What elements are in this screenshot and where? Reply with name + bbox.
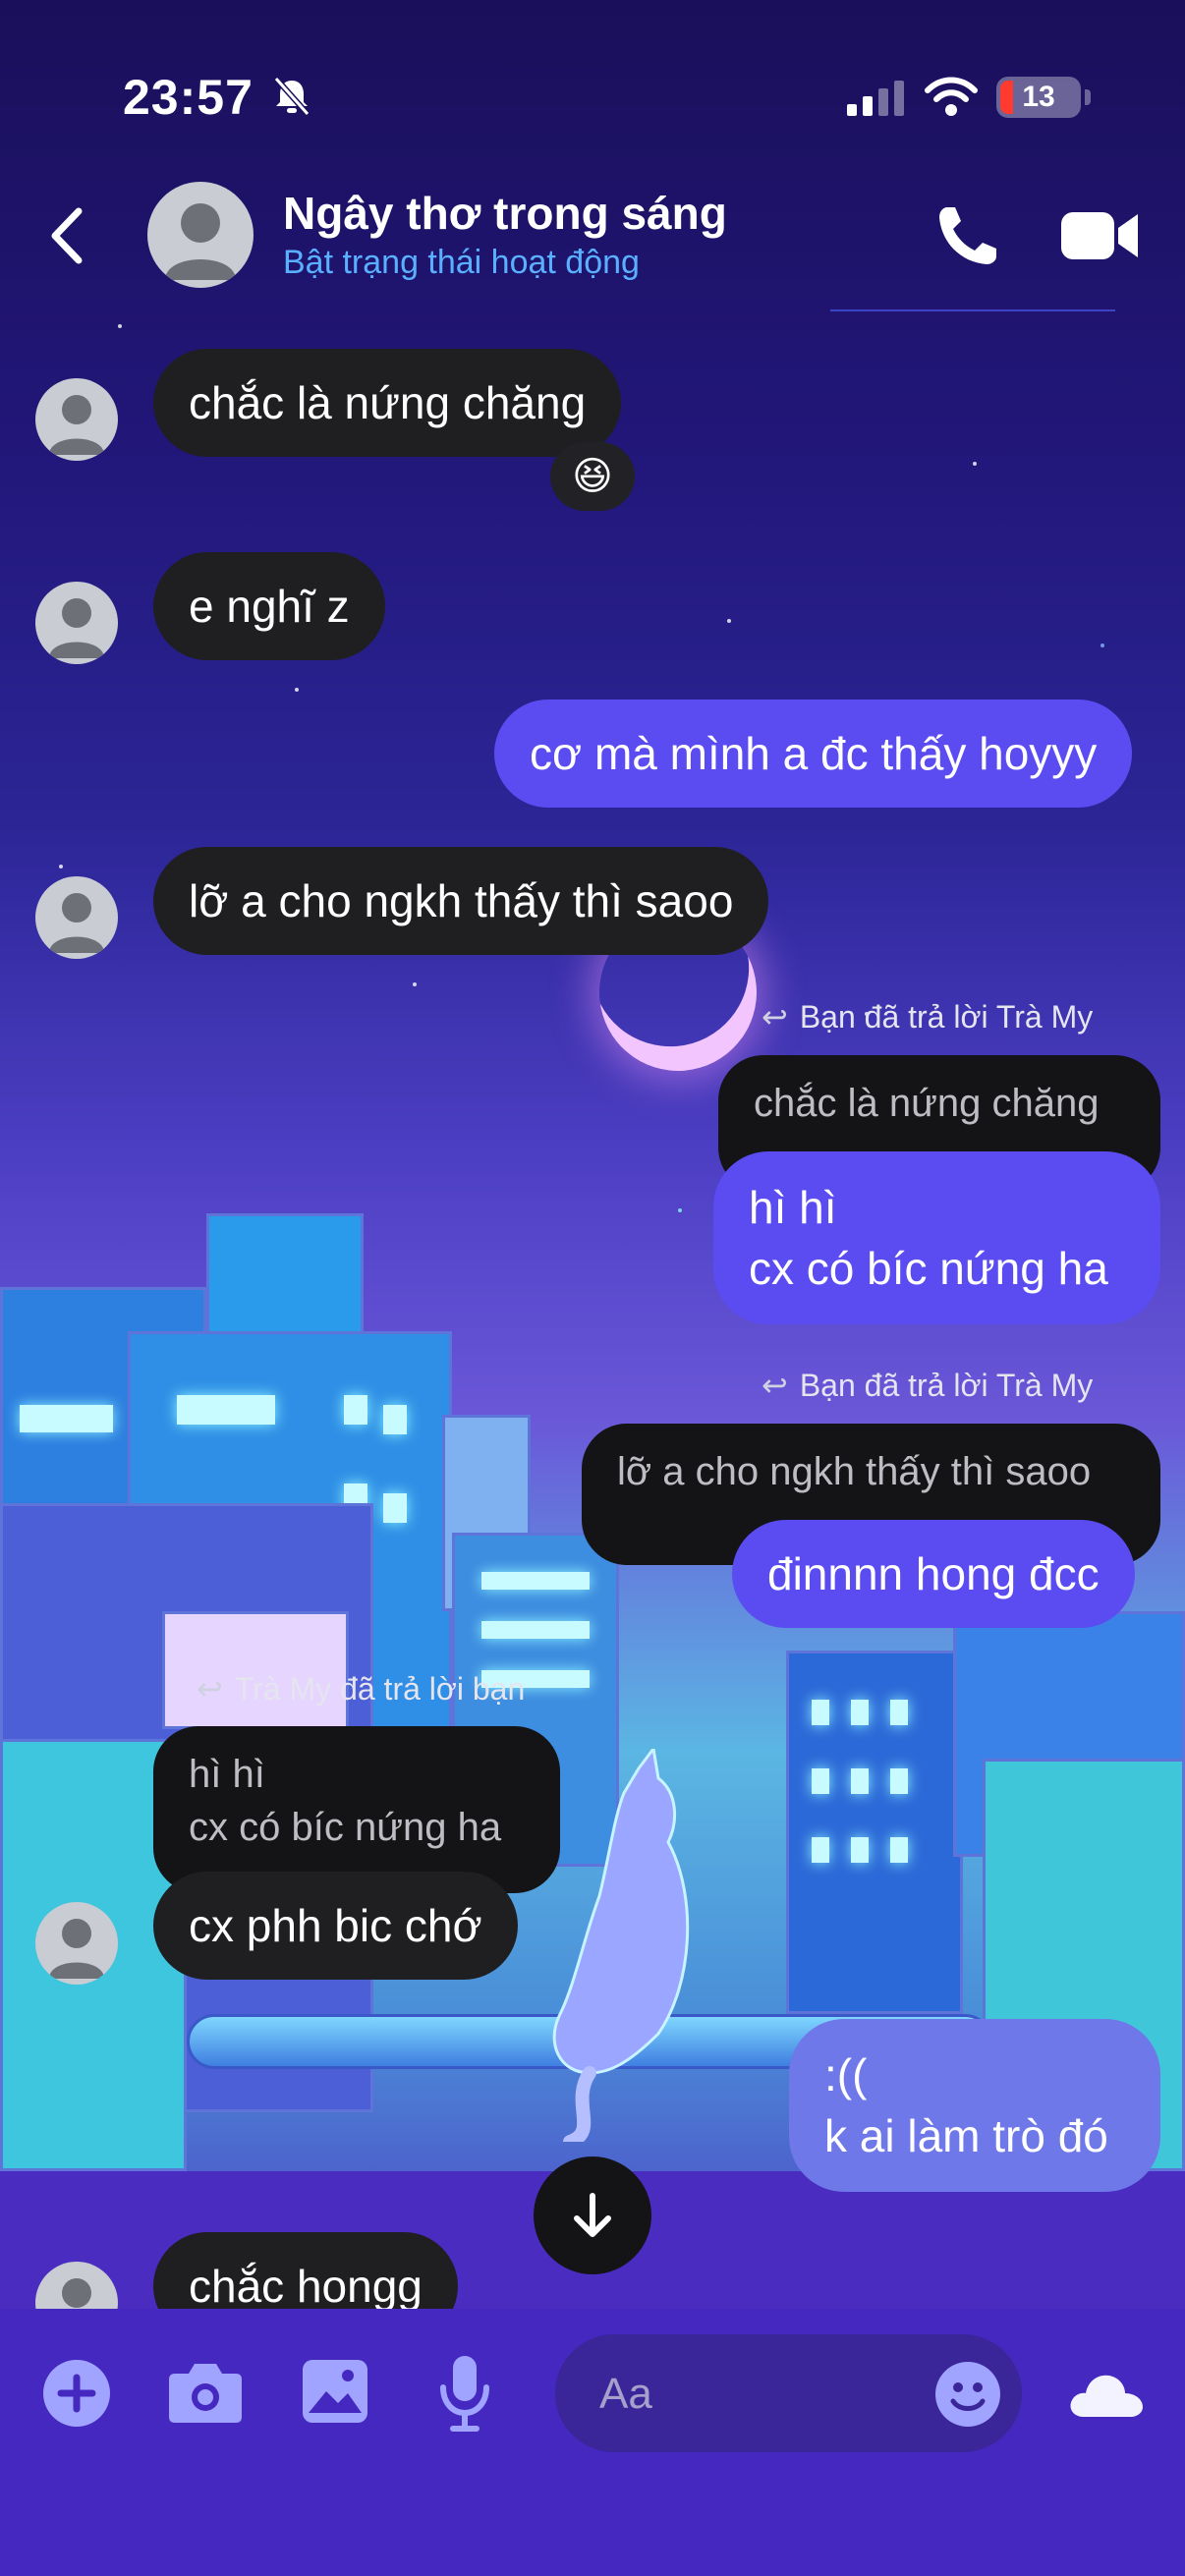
video-icon[interactable] [1059,206,1140,265]
reply-note: ↩ Bạn đã trả lời Trà My [762,1367,1093,1404]
reply-note-text: Bạn đã trả lời Trà My [799,999,1094,1035]
star [973,462,977,466]
contact-name[interactable]: Ngây thơ trong sáng [283,187,727,240]
message-line: :(( [824,2049,868,2100]
window-light [812,1768,829,1794]
reply-note-text: Trà My đã trả lời bạn [234,1671,526,1707]
reply-arrow-icon: ↩ [762,999,788,1035]
arrow-down-icon [574,2193,611,2237]
message-bubble-outgoing[interactable]: :(( k ai làm trò đó [789,2019,1160,2193]
message-bubble-outgoing[interactable]: cơ mà mình a đc thấy hoyyy [494,700,1133,809]
quoted-message[interactable]: hì hì cx có bíc nứng ha [153,1726,560,1893]
reaction-badge[interactable]: 😆 [550,442,635,511]
window-light [890,1837,908,1863]
message-composer: Aa [0,2309,1185,2576]
message-line: hì hì [749,1182,837,1233]
message-bubble-incoming[interactable]: chắc là nứng chăng [153,349,622,458]
avatar[interactable] [35,378,118,461]
camera-icon[interactable] [167,2360,244,2425]
star [727,619,731,623]
message-bubble-outgoing[interactable]: đinnnn hong đcc [732,1520,1135,1629]
message-bubble-incoming[interactable]: cx phh bic chớ [153,1872,518,1981]
window-light [812,1700,829,1725]
cat-silhouette [552,1749,690,2142]
reply-note-text: Bạn đã trả lời Trà My [799,1368,1094,1403]
reply-arrow-icon: ↩ [197,1671,223,1707]
window-light [481,1572,590,1590]
window-light [812,1837,829,1863]
message-input[interactable]: Aa [555,2334,1022,2452]
emoji-icon[interactable] [935,2362,1000,2427]
status-bar: 23:57 13 [0,0,1185,187]
avatar[interactable] [35,876,118,959]
avatar[interactable] [35,582,118,664]
reply-arrow-icon: ↩ [762,1368,788,1403]
battery-indicator: 13 [996,77,1091,118]
avatar[interactable] [35,1902,118,1985]
message-line: cx có bíc nứng ha [749,1243,1108,1295]
phone-icon[interactable] [933,201,1002,270]
message-bubble-incoming[interactable]: lỡ a cho ngkh thấy thì saoo [153,847,769,956]
quoted-line: hì hì [189,1753,265,1796]
star [118,324,122,328]
wifi-icon [925,77,978,116]
window-light [851,1768,869,1794]
scroll-to-bottom-button[interactable] [534,2156,651,2274]
window-light [890,1700,908,1725]
message-input-placeholder: Aa [599,2370,652,2418]
cloud-icon[interactable] [1066,2366,1145,2421]
star [295,688,299,692]
plus-icon[interactable] [41,2358,112,2429]
contact-avatar[interactable] [147,182,254,288]
window-light [383,1405,407,1434]
window-light [481,1621,590,1639]
window-light [890,1768,908,1794]
window-light [20,1405,113,1432]
status-time: 23:57 [123,70,254,125]
star [413,982,417,986]
back-icon[interactable] [39,201,98,270]
window-light [851,1700,869,1725]
star [59,865,63,868]
window-light [851,1837,869,1863]
message-bubble-incoming[interactable]: e nghĩ z [153,552,385,661]
message-line: k ai làm trò đó [824,2110,1108,2162]
quoted-line: cx có bíc nứng ha [189,1806,502,1849]
battery-level: 13 [1022,81,1055,113]
reply-note: ↩ Trà My đã trả lời bạn [197,1670,525,1708]
signal-icon [847,81,904,116]
battery-nub [1085,89,1091,105]
bell-slash-icon [273,77,310,116]
header-divider [830,309,1115,311]
window-light [177,1395,275,1425]
reply-note: ↩ Bạn đã trả lời Trà My [762,998,1093,1036]
mic-icon[interactable] [437,2354,492,2433]
active-status-link[interactable]: Bật trạng thái hoạt động [283,244,640,282]
window-light [344,1395,367,1425]
window-light [383,1493,407,1523]
chat-header: Ngây thơ trong sáng Bật trạng thái hoạt … [0,177,1185,311]
star [1100,644,1104,647]
star [678,1208,682,1212]
image-icon[interactable] [301,2358,369,2425]
message-bubble-outgoing[interactable]: hì hì cx có bíc nứng ha [713,1151,1160,1325]
